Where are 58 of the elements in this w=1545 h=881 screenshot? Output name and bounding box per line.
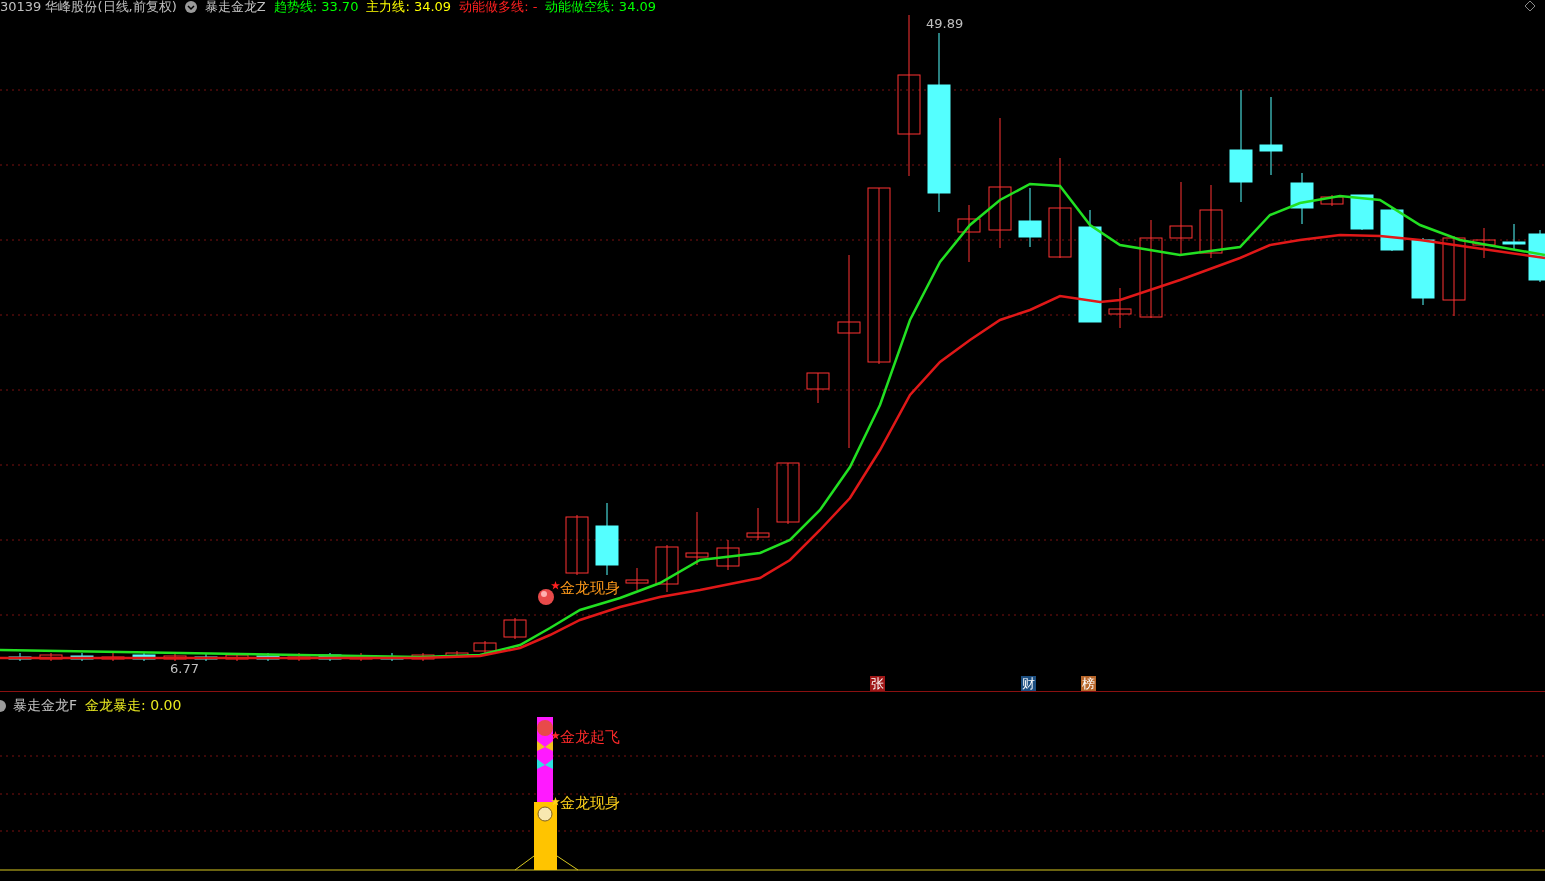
candlestick — [685, 511, 709, 566]
candlestick — [380, 652, 404, 662]
indicator-name: 暴走金龙Z — [204, 0, 266, 14]
indicator-value: 动能做多线: - — [459, 0, 538, 14]
candlestick — [1472, 227, 1496, 259]
signal-label: 金龙现身 — [560, 578, 620, 599]
candlestick — [411, 652, 435, 662]
star-icon — [551, 581, 560, 590]
candlestick — [746, 507, 770, 541]
candlestick — [625, 567, 649, 591]
badge[interactable]: 财 — [1021, 676, 1036, 691]
candlestick — [1320, 194, 1344, 207]
indicator-value: 主力线: 34.09 — [366, 0, 452, 14]
candlestick — [655, 544, 679, 593]
candlestick — [1350, 194, 1374, 231]
candlestick — [473, 640, 497, 654]
candlestick — [1411, 237, 1435, 306]
dropdown-icon[interactable] — [184, 1, 197, 13]
indicator-value: 动能做空线: 34.09 — [545, 0, 657, 14]
low-price-label: 6.77 — [170, 660, 199, 678]
candlestick — [287, 652, 311, 662]
candlestick — [8, 652, 32, 662]
badge[interactable]: 榜 — [1081, 676, 1096, 691]
candlestick — [1528, 229, 1545, 283]
collapse-icon[interactable] — [0, 699, 9, 712]
stock-title: 30139 华峰股份(日线,前复权) — [0, 0, 177, 14]
high-price-label: 49.89 — [926, 15, 964, 33]
diamond-icon[interactable] — [1525, 1, 1535, 11]
ball-icon — [537, 720, 553, 736]
star-icon — [551, 797, 560, 806]
candlestick — [957, 204, 981, 263]
candlestick — [39, 652, 63, 662]
candlestick — [503, 617, 527, 640]
butterfly-icon — [537, 741, 553, 751]
ball-icon — [537, 588, 555, 606]
candlestick — [225, 652, 249, 662]
badge[interactable]: 张 — [870, 676, 885, 691]
butterfly-icon — [537, 759, 553, 769]
candlestick — [101, 652, 125, 662]
candlestick — [776, 462, 800, 525]
signal-label: 金龙现身 — [560, 793, 620, 814]
star-icon — [551, 731, 560, 740]
candlestick — [132, 652, 156, 662]
indicator-value: 金龙暴走: 0.00 — [85, 696, 182, 715]
candlestick — [1502, 223, 1526, 251]
candlestick — [1108, 287, 1132, 329]
candlestick — [806, 372, 830, 404]
candlestick — [194, 652, 218, 662]
candlestick — [163, 652, 187, 662]
candlestick — [1018, 187, 1042, 248]
signal-label: 金龙起飞 — [560, 727, 620, 748]
indicator-value: 趋势线: 33.70 — [273, 0, 359, 14]
candlestick — [1290, 172, 1314, 225]
candlestick — [1380, 207, 1404, 252]
candlestick — [349, 652, 373, 662]
indicator-name: 暴走金龙F — [13, 696, 78, 715]
candlestick — [716, 539, 740, 571]
candlestick — [565, 514, 589, 576]
